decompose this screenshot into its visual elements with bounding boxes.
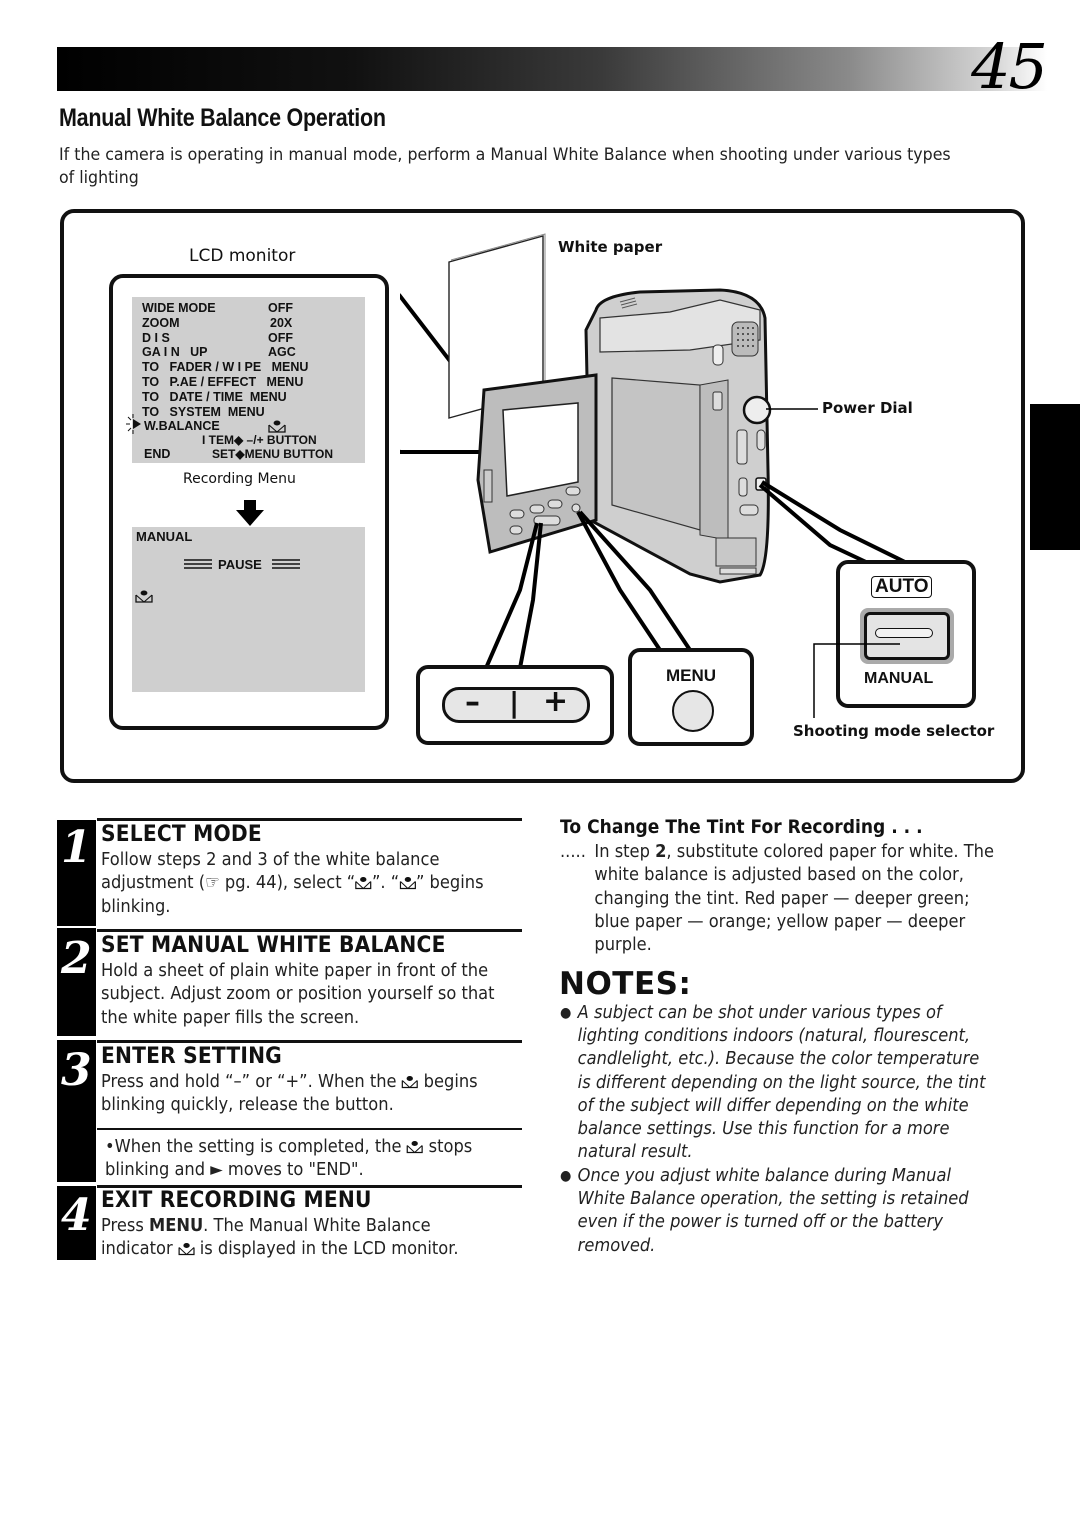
page-number: 45	[971, 30, 1048, 103]
page-reference-icon: ☞	[205, 873, 220, 894]
bullet-icon: ●	[560, 1168, 572, 1184]
step-1-rule	[97, 818, 522, 821]
camcorder-body	[584, 288, 772, 584]
step-4-text: Press	[101, 1216, 150, 1236]
section-title: Manual White Balance Operation	[59, 104, 386, 132]
note-text: Once you adjust white balance during Man…	[577, 1166, 969, 1256]
step-2-body: Hold a sheet of plain white paper in fro…	[101, 961, 495, 1028]
selector-leader-line	[813, 643, 900, 718]
step-1-number: 1	[61, 822, 92, 873]
manual-wb-icon	[268, 420, 286, 433]
step-4-body: Press MENU. The Manual White Balance ind…	[101, 1215, 496, 1262]
pause-screen: MANUAL PAUSE	[132, 527, 365, 692]
menu-row-w-balance: W.BALANCE	[144, 419, 220, 434]
recording-menu-label: Recording Menu	[183, 471, 296, 487]
blinking-cursor-icon	[126, 414, 141, 434]
menu-row-gain-up: GA I N UP	[142, 345, 208, 360]
pause-bars-left-icon	[184, 559, 212, 569]
tint-body: ..... In step 2, substitute colored pape…	[560, 841, 997, 957]
menu-value-wide-mode: OFF	[268, 301, 293, 315]
menu-value-dis: OFF	[268, 330, 293, 345]
lcd-monitor-label: LCD monitor	[189, 246, 296, 266]
power-dial-label: Power Dial	[822, 399, 913, 417]
down-arrow-icon	[236, 500, 264, 526]
step-3-rule	[97, 1040, 522, 1043]
menu-row-zoom: ZOOM	[142, 315, 180, 330]
menu-row-fader-wipe: TO FADER / W I PE MENU	[142, 360, 309, 375]
bullet-icon: ●	[560, 1005, 572, 1021]
step-3-text: Press and hold “–” or “+”. When the	[101, 1072, 402, 1092]
menu-button[interactable]	[672, 690, 714, 732]
step-3-note: •When the setting is completed, the stop…	[105, 1136, 500, 1183]
mode-indicator-manual: MANUAL	[136, 529, 193, 544]
menu-row-system: TO SYSTEM MENU	[142, 404, 265, 419]
step-1-title: SELECT MODE	[101, 822, 262, 847]
lcd-screen	[502, 402, 579, 497]
note-item: ● A subject can be shot under various ty…	[560, 1002, 997, 1164]
menu-row-end: END	[144, 447, 171, 461]
step-3-title: ENTER SETTING	[101, 1044, 282, 1069]
menu-hint-item: I TEM◆ –/+ BUTTON	[202, 433, 317, 447]
plus-minus-button[interactable]: – | +	[442, 684, 590, 723]
step-1-text: pg. 44), select “	[219, 873, 356, 894]
pause-bars-right-icon	[272, 559, 300, 569]
shooting-mode-selector-label: Shooting mode selector	[793, 722, 995, 740]
step-2-rule	[97, 929, 522, 932]
step-3-note-text: •When the setting is completed, the	[105, 1137, 407, 1157]
note-text: A subject can be shot under various type…	[577, 1003, 986, 1163]
manual-wb-icon	[402, 1076, 419, 1089]
menu-value-gain-up: AGC	[268, 345, 296, 360]
note-item: ● Once you adjust white balance during M…	[560, 1165, 997, 1258]
step-3-note-rule	[97, 1128, 522, 1130]
menu-value-zoom: 20X	[270, 315, 293, 330]
recording-menu-screen: WIDE MODE OFF ZOOM 20X D I S OFF GA I N …	[126, 297, 365, 463]
tint-heading: To Change The Tint For Recording . . .	[560, 816, 923, 838]
menu-row-pae-effect: TO P.AE / EFFECT MENU	[142, 375, 304, 389]
white-paper-label: White paper	[558, 238, 663, 256]
step-4-number: 4	[61, 1190, 92, 1241]
menu-button-callout: MENU	[628, 648, 754, 746]
step-2-number: 2	[61, 933, 92, 984]
power-dial	[742, 395, 772, 425]
page-header-bar	[57, 47, 1047, 91]
plus-label: +	[543, 684, 569, 719]
step-4-title: EXIT RECORDING MENU	[101, 1188, 372, 1213]
chapter-thumb-tab	[1030, 404, 1080, 550]
minus-label: –	[465, 685, 480, 720]
step-3-number: 3	[61, 1045, 92, 1096]
button-divider: |	[509, 686, 520, 719]
manual-wb-icon	[399, 877, 416, 890]
manual-wb-icon	[407, 1141, 424, 1154]
auto-label: AUTO	[871, 576, 933, 598]
menu-row-dis: D I S	[142, 330, 170, 345]
intro-paragraph: If the camera is operating in manual mod…	[59, 145, 951, 188]
step-3-body: Press and hold “–” or “+”. When the begi…	[101, 1071, 496, 1118]
menu-row-wide-mode: WIDE MODE	[142, 301, 216, 315]
step-1-body: Follow steps 2 and 3 of the white balanc…	[101, 849, 496, 919]
manual-wb-icon	[178, 1243, 195, 1256]
menu-hint-set: SET◆MENU BUTTON	[212, 447, 334, 461]
tint-text: In step	[594, 842, 656, 862]
step-1-text: ”. “	[371, 873, 400, 894]
tint-leader-dots: .....	[560, 842, 586, 862]
notes-heading: NOTES:	[559, 966, 692, 1002]
pause-status: PAUSE	[218, 557, 262, 572]
menu-keyword: MENU	[149, 1216, 204, 1236]
selector-slot	[875, 628, 933, 638]
step-4-text: is displayed in the LCD monitor.	[194, 1239, 459, 1260]
plus-minus-callout: – | +	[416, 665, 614, 745]
menu-button-label: MENU	[666, 666, 717, 685]
manual-wb-indicator-icon	[135, 590, 153, 603]
tint-step-ref: 2	[655, 842, 667, 862]
step-2-title: SET MANUAL WHITE BALANCE	[101, 933, 446, 958]
menu-row-date-time: TO DATE / TIME MENU	[142, 389, 287, 404]
manual-wb-icon	[355, 877, 372, 890]
